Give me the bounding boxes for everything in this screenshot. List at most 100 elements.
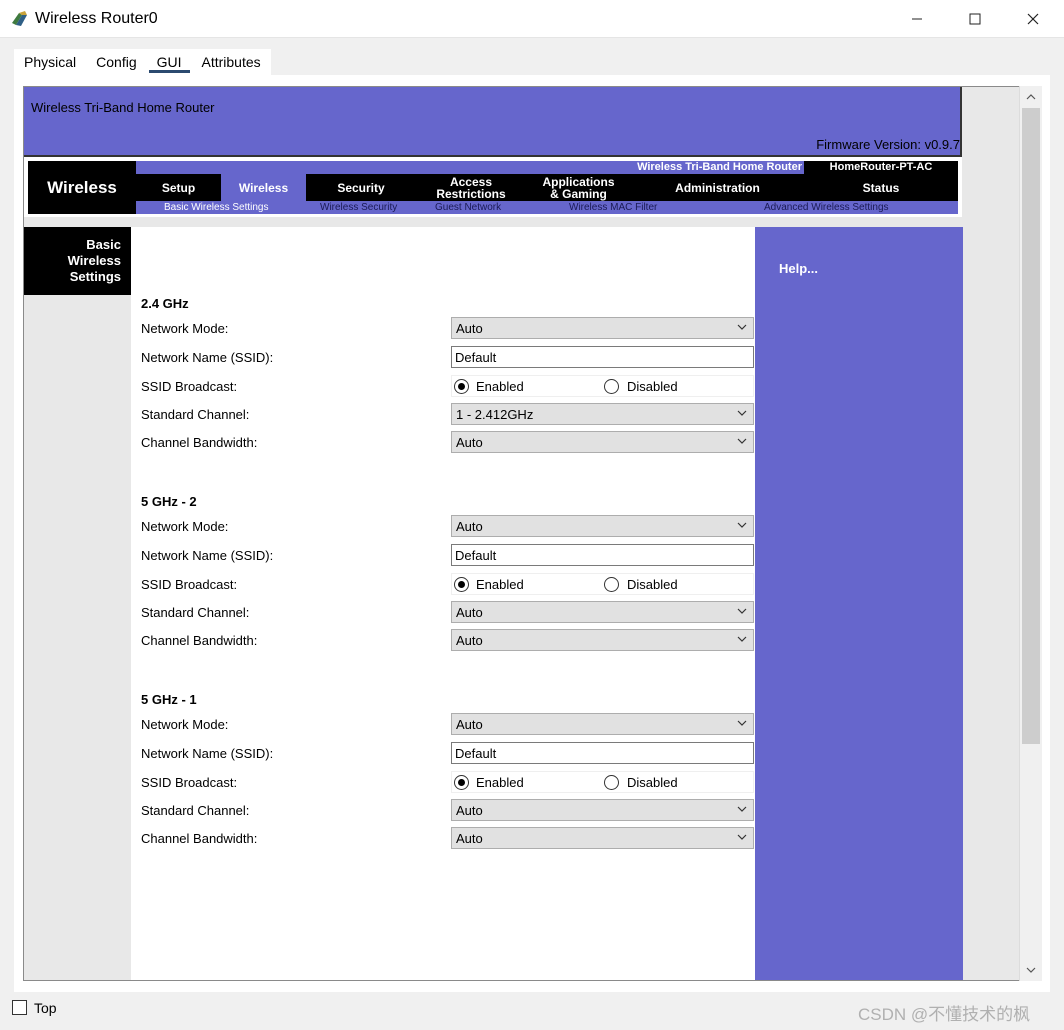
nav-item-wireless[interactable]: Wireless [221,174,306,201]
chevron-down-icon [735,716,749,730]
window-title: Wireless Router0 [35,10,158,27]
scrollbar-thumb[interactable] [1022,108,1040,744]
radio-disabled-label: Disabled [627,379,678,394]
radio-disabled[interactable] [604,775,619,790]
network-mode-select-5ghz-1[interactable]: Auto [451,713,754,735]
product-name: Wireless Tri-Band Home Router [31,100,215,115]
ssid-broadcast-label: SSID Broadcast: [141,379,238,394]
window-titlebar: Wireless Router0 [0,0,1064,38]
help-link[interactable]: Help... [779,261,818,276]
scroll-down-arrow-icon[interactable] [1020,959,1042,981]
standard-channel-label: Standard Channel: [141,803,250,818]
subnav-basic-wireless[interactable]: Basic Wireless Settings [164,201,268,214]
maximize-button[interactable] [946,0,1004,38]
tab-gui[interactable]: GUI [147,49,192,75]
radio-disabled-label: Disabled [627,577,678,592]
close-button[interactable] [1004,0,1062,38]
router-web-page: Wireless Tri-Band Home Router Firmware V… [23,86,1020,981]
channel-bandwidth-select-2-4ghz[interactable]: Auto [451,431,754,453]
channel-bandwidth-select-5ghz-2[interactable]: Auto [451,629,754,651]
network-name-label: Network Name (SSID): [141,548,274,563]
chevron-down-icon [735,434,749,448]
subnav-wireless-mac-filter[interactable]: Wireless MAC Filter [569,201,657,214]
radio-enabled-label: Enabled [476,379,524,394]
select-value: Auto [456,633,483,648]
chevron-down-icon [735,632,749,646]
nav-item-setup[interactable]: Setup [136,174,221,201]
chevron-down-icon [735,518,749,532]
router-header: Wireless Tri-Band Home Router Firmware V… [24,87,962,157]
radio-disabled[interactable] [604,379,619,394]
radio-enabled[interactable] [454,775,469,790]
select-value: Auto [456,435,483,450]
nav-item-administration[interactable]: Administration [631,174,804,201]
nav-item-apps-line1: Applications [542,174,615,189]
ssid-input-5ghz-2[interactable]: Default [451,544,754,566]
section-5ghz-2-title: 5 GHz - 2 [141,494,197,509]
minimize-button[interactable] [888,0,946,38]
subnav-wireless-security[interactable]: Wireless Security [320,201,397,214]
channel-bandwidth-select-5ghz-1[interactable]: Auto [451,827,754,849]
sub-nav: Basic Wireless Settings Wireless Securit… [136,201,958,214]
select-value: 1 - 2.412GHz [456,407,534,422]
top-checkbox[interactable] [12,1000,27,1015]
nav-model-name: HomeRouter-PT-AC [829,161,933,173]
input-value: Default [455,548,497,563]
radio-enabled[interactable] [454,379,469,394]
vertical-scrollbar[interactable] [1019,86,1042,981]
select-value: Auto [456,519,483,534]
ssid-broadcast-group-2-4ghz: Enabled Disabled [451,375,754,397]
nav-item-access-line2: Restrictions [436,186,506,201]
nav-item-access-restrictions[interactable]: Access Restrictions [416,174,526,201]
chevron-down-icon [735,406,749,420]
subnav-advanced-wireless[interactable]: Advanced Wireless Settings [764,201,889,214]
ssid-broadcast-label: SSID Broadcast: [141,775,238,790]
ssid-input-2-4ghz[interactable]: Default [451,346,754,368]
select-value: Auto [456,605,483,620]
section-title-line2: Wireless [67,253,121,268]
help-panel: Help... [755,227,963,980]
radio-enabled-label: Enabled [476,775,524,790]
section-2-4ghz-title: 2.4 GHz [141,296,189,311]
select-value: Auto [456,321,483,336]
select-value: Auto [456,831,483,846]
router-app-icon [10,9,30,29]
radio-disabled[interactable] [604,577,619,592]
network-mode-label: Network Mode: [141,519,229,534]
nav-item-status[interactable]: Status [804,174,958,201]
network-name-label: Network Name (SSID): [141,746,274,761]
standard-channel-select-2-4ghz[interactable]: 1 - 2.412GHz [451,403,754,425]
tab-attributes[interactable]: Attributes [192,49,271,75]
tab-config[interactable]: Config [86,49,146,75]
channel-bandwidth-label: Channel Bandwidth: [141,633,258,648]
radio-disabled-label: Disabled [627,775,678,790]
nav-item-access-line1: Access [449,174,493,189]
nav-item-security[interactable]: Security [306,174,416,201]
subnav-guest-network[interactable]: Guest Network [435,201,501,214]
network-mode-select-2-4ghz[interactable]: Auto [451,317,754,339]
scroll-up-arrow-icon[interactable] [1020,86,1042,108]
network-mode-select-5ghz-2[interactable]: Auto [451,515,754,537]
standard-channel-select-5ghz-2[interactable]: Auto [451,601,754,623]
nav-item-applications-gaming[interactable]: Applications & Gaming [526,174,631,201]
left-column: Basic Wireless Settings [24,227,131,980]
ssid-broadcast-group-5ghz-2: Enabled Disabled [451,573,754,595]
bottom-bar: Top CSDN @不懂技术的枫 [0,992,1064,1030]
standard-channel-select-5ghz-1[interactable]: Auto [451,799,754,821]
radio-enabled-label: Enabled [476,577,524,592]
radio-enabled[interactable] [454,577,469,592]
network-mode-label: Network Mode: [141,717,229,732]
firmware-version: Firmware Version: v0.9.7 [816,137,960,152]
watermark-text: CSDN @不懂技术的枫 [858,1005,1031,1024]
top-checkbox-label: Top [34,1000,57,1016]
select-value: Auto [456,717,483,732]
tab-physical[interactable]: Physical [14,49,86,75]
settings-content: 2.4 GHz Network Mode: Auto Network Name … [131,227,755,980]
network-mode-label: Network Mode: [141,321,229,336]
channel-bandwidth-label: Channel Bandwidth: [141,831,258,846]
input-value: Default [455,350,497,365]
section-title-line1: Basic [86,237,121,252]
ssid-input-5ghz-1[interactable]: Default [451,742,754,764]
nav-item-apps-line2: & Gaming [550,186,607,201]
device-tabs: Physical Config GUI Attributes [14,49,271,75]
